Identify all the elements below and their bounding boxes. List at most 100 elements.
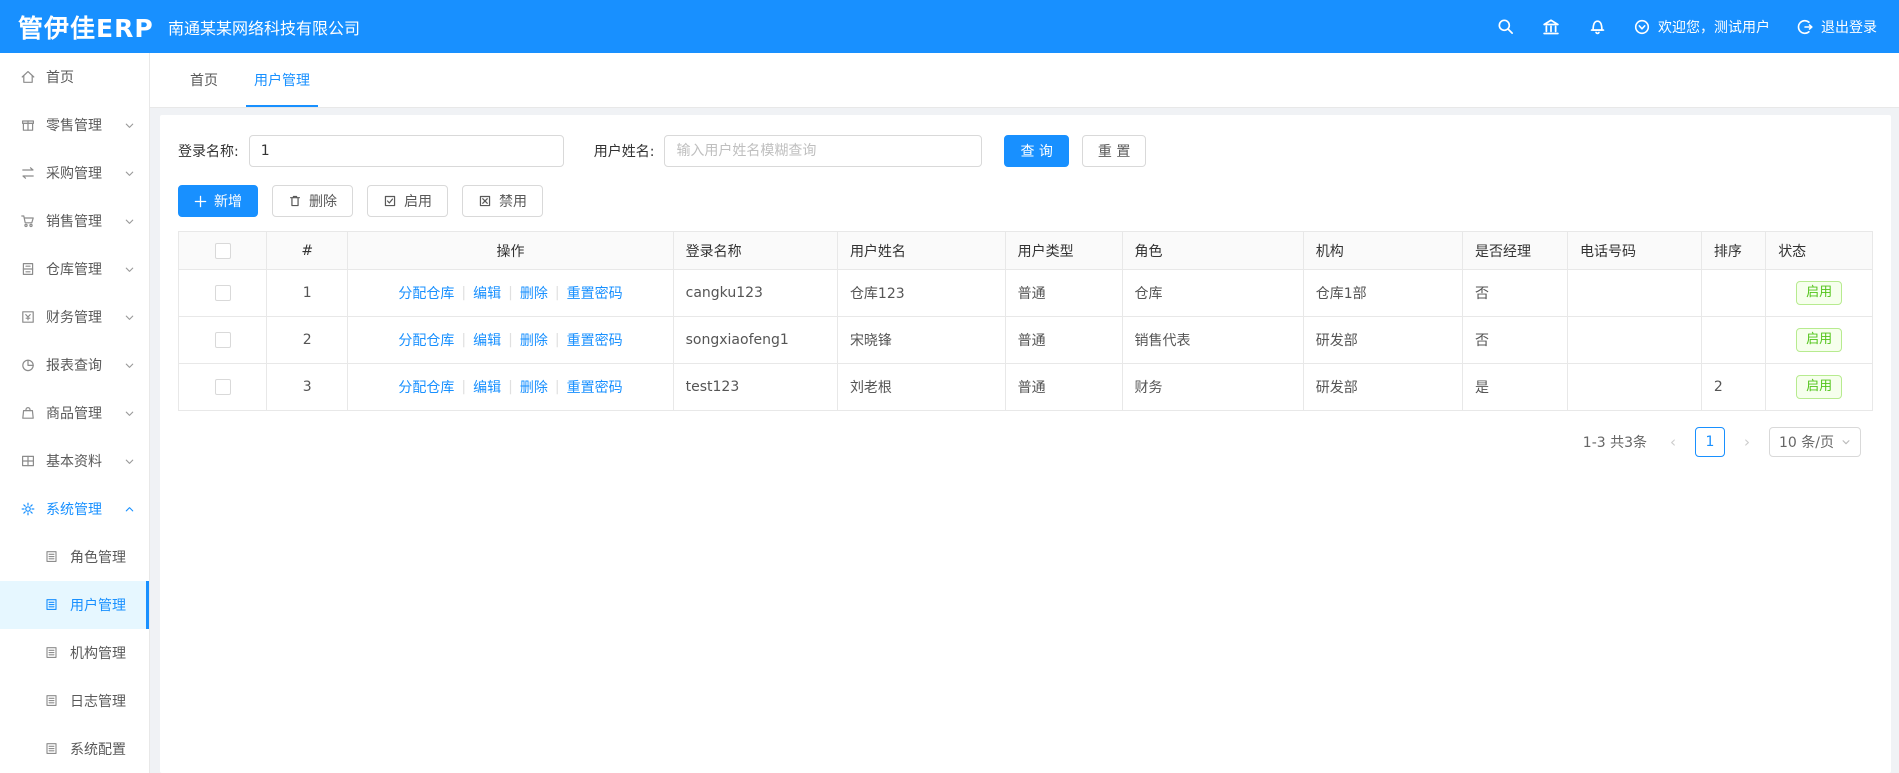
- main-area: 首页 用户管理 登录名称: 用户姓名: 查 询 重 置 新增: [150, 53, 1899, 773]
- col-actions: 操作: [347, 231, 674, 270]
- col-manager: 是否经理: [1461, 231, 1569, 270]
- pagination-total: 1-3 共3条: [1582, 435, 1648, 451]
- bell-icon[interactable]: [1587, 17, 1607, 37]
- sidebar-item-purchase[interactable]: 采购管理: [0, 149, 149, 197]
- sidebar-item-sales[interactable]: 销售管理: [0, 197, 149, 245]
- reset-password-link[interactable]: 重置密码: [567, 377, 623, 397]
- sidebar-item-role-mgmt[interactable]: 角色管理: [0, 533, 149, 581]
- col-name: 用户姓名: [836, 231, 1006, 270]
- pie-chart-icon: [20, 357, 36, 373]
- edit-link[interactable]: 编辑: [473, 283, 501, 303]
- sidebar-item-home[interactable]: 首页: [0, 53, 149, 101]
- add-button[interactable]: 新增: [178, 185, 258, 217]
- col-index: #: [266, 231, 349, 270]
- doc-icon: [44, 693, 60, 709]
- status-badge: 启用: [1796, 280, 1843, 306]
- cell-name: 仓库123: [836, 269, 1006, 317]
- tab-home[interactable]: 首页: [172, 53, 236, 107]
- user-menu[interactable]: 欢迎您，测试用户: [1633, 17, 1770, 37]
- sidebar-item-user-mgmt[interactable]: 用户管理: [0, 581, 149, 629]
- row-checkbox[interactable]: [214, 379, 231, 395]
- chevron-down-icon: [124, 264, 135, 275]
- chevron-down-icon: [124, 360, 135, 371]
- assign-warehouse-link[interactable]: 分配仓库: [398, 377, 454, 397]
- delete-link[interactable]: 删除: [520, 377, 548, 397]
- cell-login: cangku123: [672, 269, 838, 317]
- grid-icon: [20, 453, 36, 469]
- assign-warehouse-link[interactable]: 分配仓库: [398, 283, 454, 303]
- user-name-label: 用户姓名:: [593, 144, 655, 160]
- login-name-input[interactable]: [248, 135, 564, 167]
- table-row: 2 分配仓库 | 编辑 | 删除 | 重置密码 songxiaofeng1 宋晓锋 普…: [177, 316, 1873, 364]
- disable-button[interactable]: 禁用: [462, 185, 543, 217]
- select-all-checkbox[interactable]: [214, 242, 231, 259]
- col-login: 登录名称: [672, 231, 838, 270]
- cell-login: test123: [672, 363, 838, 411]
- doc-icon: [44, 741, 60, 757]
- edit-link[interactable]: 编辑: [473, 330, 501, 350]
- enable-button[interactable]: 启用: [367, 185, 448, 217]
- col-phone: 电话号码: [1567, 231, 1702, 270]
- cell-role: 仓库: [1121, 269, 1304, 317]
- sidebar-item-warehouse[interactable]: 仓库管理: [0, 245, 149, 293]
- table-row: 1 分配仓库 | 编辑 | 删除 | 重置密码 cangku123 仓库123 普通 …: [177, 269, 1873, 317]
- app-logo: 管伊佳ERP: [18, 13, 154, 43]
- sidebar-item-system-config[interactable]: 系统配置: [0, 725, 149, 773]
- sidebar-item-reports[interactable]: 报表查询: [0, 341, 149, 389]
- row-checkbox[interactable]: [214, 332, 231, 348]
- cell-org: 研发部: [1302, 316, 1464, 364]
- cell-org: 研发部: [1302, 363, 1464, 411]
- chevron-down-icon: [124, 456, 135, 467]
- sidebar: 首页 零售管理 采购管理 销售管理 仓库管理 财务管理 报表查询 商品管理 基本…: [0, 53, 150, 773]
- assign-warehouse-link[interactable]: 分配仓库: [398, 330, 454, 350]
- search-icon[interactable]: [1495, 17, 1515, 37]
- page-size-select[interactable]: 10 条/页: [1769, 427, 1861, 457]
- cell-phone: [1567, 269, 1702, 317]
- page-number-button[interactable]: 1: [1695, 427, 1726, 457]
- sidebar-item-finance[interactable]: 财务管理: [0, 293, 149, 341]
- delete-button[interactable]: 删除: [272, 185, 353, 217]
- cell-phone: [1567, 316, 1702, 364]
- reset-password-link[interactable]: 重置密码: [567, 330, 623, 350]
- bag-icon: [20, 405, 36, 421]
- col-sort: 排序: [1700, 231, 1767, 270]
- user-name-input[interactable]: [664, 135, 983, 167]
- prev-page-button[interactable]: ‹: [1661, 433, 1685, 451]
- user-mgmt-panel: 登录名称: 用户姓名: 查 询 重 置 新增 删除 启用: [160, 115, 1891, 773]
- cell-manager: 否: [1461, 316, 1569, 364]
- sidebar-item-system[interactable]: 系统管理: [0, 485, 149, 533]
- sidebar-item-retail[interactable]: 零售管理: [0, 101, 149, 149]
- next-page-button[interactable]: ›: [1735, 433, 1759, 451]
- chevron-down-icon: [124, 168, 135, 179]
- home-icon: [20, 69, 36, 85]
- row-checkbox[interactable]: [214, 285, 231, 301]
- cell-sort: [1700, 269, 1767, 317]
- sidebar-item-org-mgmt[interactable]: 机构管理: [0, 629, 149, 677]
- bank-icon[interactable]: [1541, 17, 1561, 37]
- tab-user-mgmt[interactable]: 用户管理: [236, 53, 328, 107]
- sidebar-item-log-mgmt[interactable]: 日志管理: [0, 677, 149, 725]
- cell-type: 普通: [1004, 316, 1123, 364]
- chevron-down-icon: [1842, 440, 1850, 445]
- chevron-down-icon: [124, 120, 135, 131]
- tab-bar: 首页 用户管理: [150, 53, 1899, 108]
- reset-password-link[interactable]: 重置密码: [567, 283, 623, 303]
- edit-link[interactable]: 编辑: [473, 377, 501, 397]
- delete-link[interactable]: 删除: [520, 330, 548, 350]
- col-status: 状态: [1765, 231, 1873, 270]
- plus-icon: [194, 195, 207, 208]
- logout-button[interactable]: 退出登录: [1796, 17, 1877, 37]
- users-table: # 操作 登录名称 用户姓名 用户类型 角色 机构 是否经理 电话号码 排序 状…: [177, 231, 1873, 411]
- delete-link[interactable]: 删除: [520, 283, 548, 303]
- sidebar-item-basic-data[interactable]: 基本资料: [0, 437, 149, 485]
- content: 登录名称: 用户姓名: 查 询 重 置 新增 删除 启用: [150, 108, 1899, 773]
- sidebar-item-products[interactable]: 商品管理: [0, 389, 149, 437]
- status-badge: 启用: [1796, 374, 1843, 400]
- reset-button[interactable]: 重 置: [1081, 135, 1147, 167]
- check-square-icon: [383, 194, 397, 208]
- cell-role: 销售代表: [1121, 316, 1304, 364]
- search-button[interactable]: 查 询: [1004, 135, 1069, 167]
- trash-icon: [288, 194, 302, 208]
- cell-role: 财务: [1121, 363, 1304, 411]
- cell-manager: 是: [1461, 363, 1569, 411]
